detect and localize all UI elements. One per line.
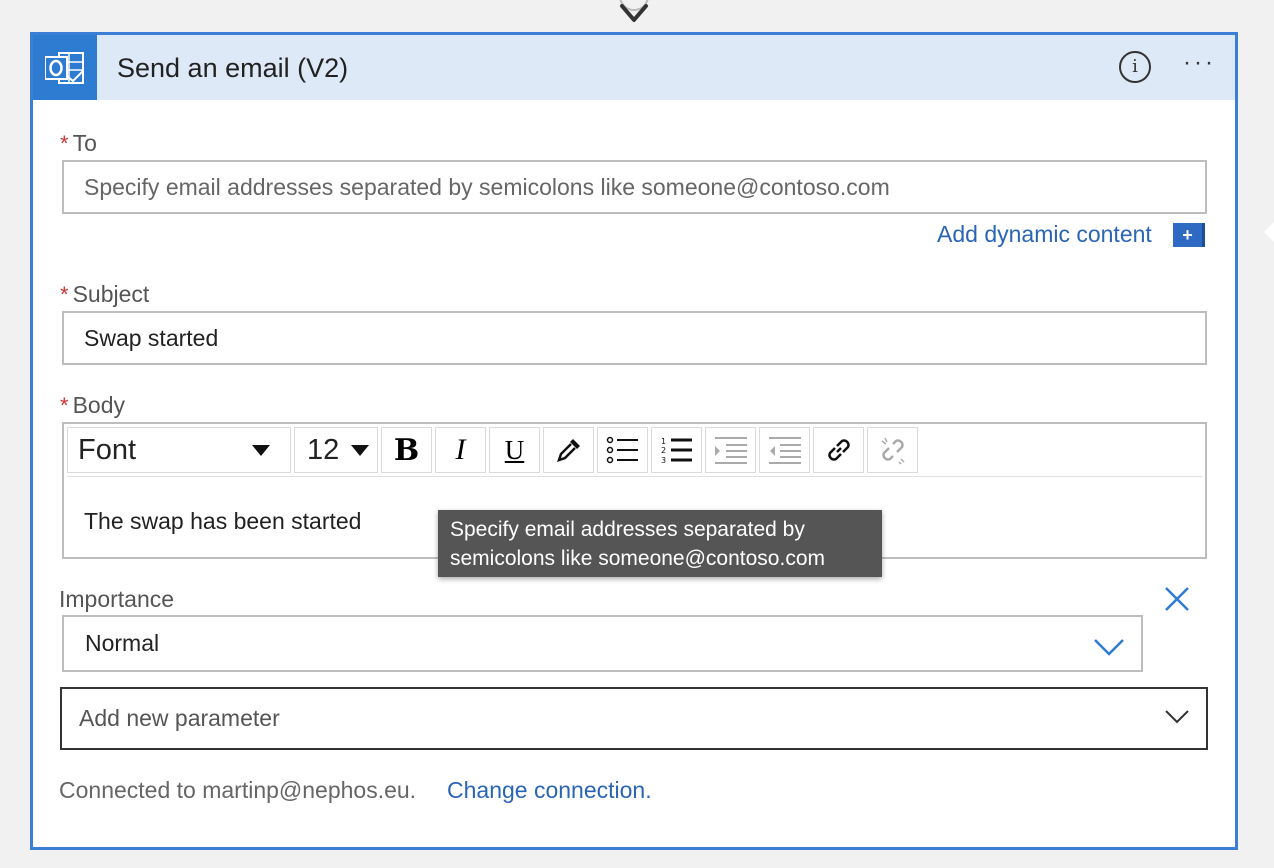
add-dynamic-content-link[interactable]: Add dynamic content — [937, 221, 1152, 248]
svg-text:2: 2 — [661, 446, 666, 455]
connection-text: Connected to martinp@nephos.eu. — [59, 777, 417, 803]
importance-label: Importance — [59, 586, 175, 612]
insert-link-button[interactable] — [813, 427, 864, 473]
underline-button[interactable]: U — [489, 427, 540, 473]
body-label-text: Body — [72, 392, 125, 418]
body-text: The swap has been started — [84, 508, 362, 534]
importance-select[interactable]: Normal — [62, 615, 1143, 672]
tooltip: Specify email addresses separated by sem… — [438, 510, 882, 577]
outdent-button[interactable] — [759, 427, 810, 473]
body-toolbar: Font 12 B I U 1 2 3 — [67, 427, 1202, 477]
chevron-down-icon — [351, 444, 369, 456]
chevron-down-icon — [1094, 639, 1124, 656]
subject-value: Swap started — [84, 324, 219, 351]
required-mark: * — [60, 282, 69, 307]
card-header[interactable]: Send an email (V2) i ··· — [33, 35, 1235, 100]
chevron-down-icon — [1165, 710, 1189, 724]
to-placeholder: Specify email addresses separated by sem… — [84, 173, 890, 200]
side-notch — [1264, 222, 1274, 242]
unlink-icon — [881, 437, 905, 465]
tooltip-line-1: Specify email addresses separated by — [450, 518, 805, 541]
svg-text:3: 3 — [661, 456, 666, 465]
add-new-parameter-dropdown[interactable]: Add new parameter — [60, 687, 1208, 750]
remove-link-button[interactable] — [867, 427, 918, 473]
to-label-text: To — [72, 130, 97, 156]
add-dynamic-content-plus-icon[interactable]: + — [1173, 223, 1205, 247]
chevron-down-icon — [252, 444, 270, 456]
italic-button[interactable]: I — [435, 427, 486, 473]
font-dropdown[interactable]: Font — [67, 427, 291, 473]
font-size-label: 12 — [307, 433, 340, 466]
link-icon — [827, 439, 850, 461]
change-connection-link[interactable]: Change connection. — [447, 777, 652, 804]
bold-icon: B — [393, 432, 420, 468]
bulleted-list-icon — [606, 436, 638, 464]
svg-text:1: 1 — [661, 437, 666, 446]
subject-label-text: Subject — [72, 281, 150, 307]
numbered-list-button[interactable]: 1 2 3 — [651, 427, 702, 473]
close-icon[interactable] — [1163, 585, 1191, 613]
action-card: Send an email (V2) i ··· * To Specify ema… — [30, 32, 1238, 850]
connector-arrow-icon — [619, 0, 649, 22]
color-picker-icon — [556, 439, 580, 462]
required-mark: * — [60, 393, 69, 418]
outlook-icon — [33, 35, 97, 100]
tooltip-line-2: semicolons like someone@contoso.com — [450, 547, 825, 570]
subject-input[interactable]: Swap started — [62, 311, 1207, 365]
outdent-icon — [768, 437, 801, 464]
font-dropdown-label: Font — [78, 433, 137, 466]
text-color-button[interactable] — [543, 427, 594, 473]
required-mark: * — [60, 131, 69, 156]
indent-button[interactable] — [705, 427, 756, 473]
underline-icon: U — [504, 434, 525, 465]
bulleted-list-button[interactable] — [597, 427, 648, 473]
indent-icon — [714, 437, 747, 464]
info-icon[interactable]: i — [1119, 51, 1151, 83]
to-label: * To — [60, 130, 97, 157]
to-input[interactable]: Specify email addresses separated by sem… — [62, 160, 1207, 214]
add-new-parameter-label: Add new parameter — [79, 705, 280, 731]
font-size-dropdown[interactable]: 12 — [294, 427, 378, 473]
importance-value: Normal — [85, 630, 160, 656]
numbered-list-icon: 1 2 3 — [661, 437, 692, 465]
italic-icon: I — [455, 433, 466, 466]
more-options-icon[interactable]: ··· — [1183, 49, 1216, 77]
bold-button[interactable]: B — [381, 427, 432, 473]
card-title: Send an email (V2) — [117, 53, 349, 83]
subject-label: * Subject — [60, 281, 149, 308]
body-label: * Body — [60, 392, 125, 419]
